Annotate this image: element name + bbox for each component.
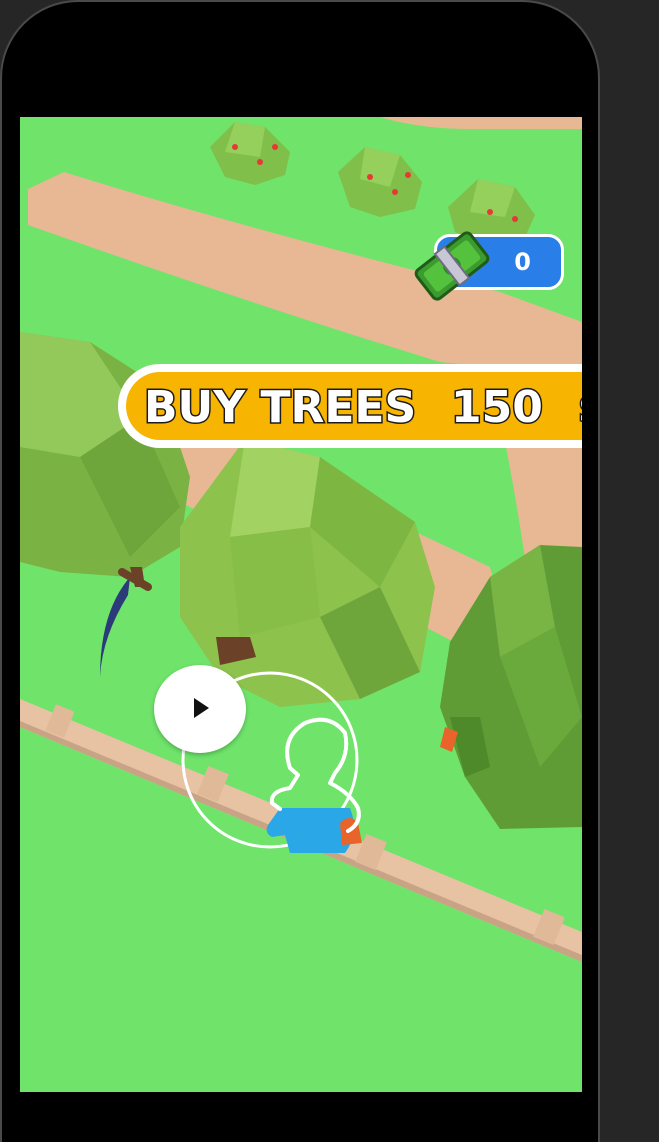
buy-cost-label: 150	[451, 382, 543, 433]
play-triangle-icon	[194, 698, 209, 718]
large-tree	[180, 439, 435, 707]
apple-bush	[338, 147, 422, 217]
dirt-path	[380, 117, 582, 129]
phone-frame: BUY TREES 150 $ 0	[0, 0, 600, 1142]
banknote-icon	[414, 231, 490, 301]
play-button[interactable]	[154, 665, 246, 753]
buy-trees-label: BUY TREES	[144, 382, 416, 433]
apple-bush	[210, 122, 290, 185]
currency-symbol: $	[578, 386, 582, 432]
player-character	[266, 717, 362, 853]
scythe-blade	[100, 577, 130, 677]
buy-trees-banner[interactable]: BUY TREES 150 $	[116, 360, 582, 452]
